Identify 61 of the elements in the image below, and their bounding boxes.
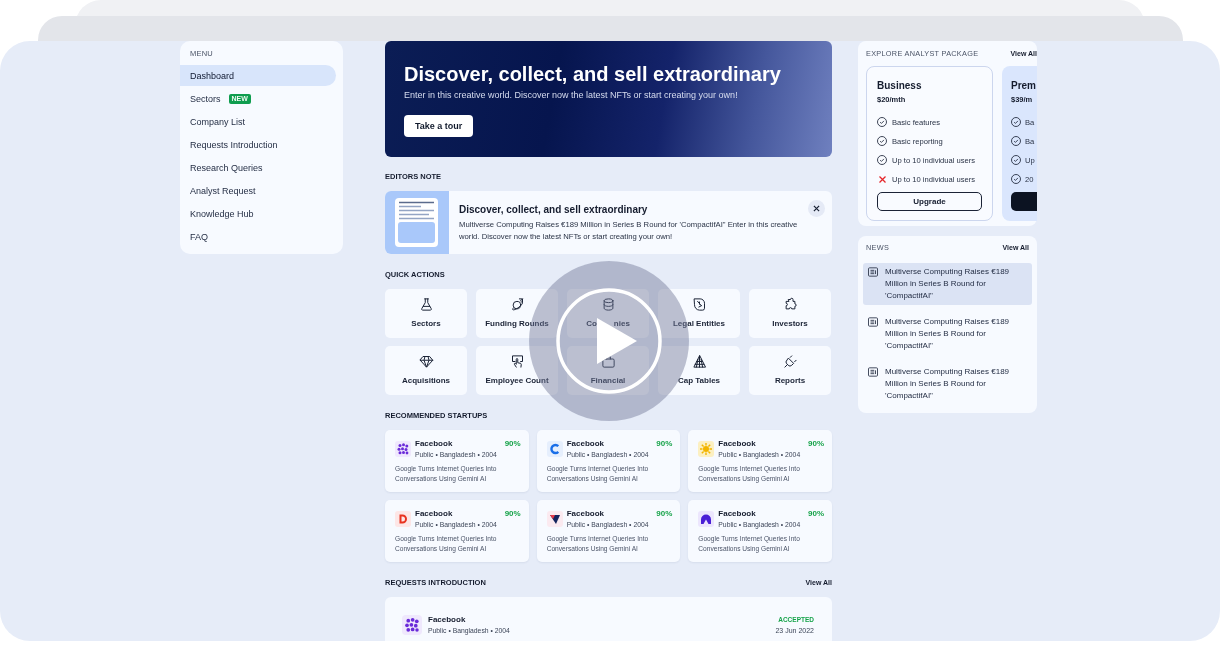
upgrade-button[interactable]: Upgrade (877, 192, 982, 211)
company-name: Facebook (566, 509, 605, 519)
quick-action-button[interactable]: Legal Entities (658, 289, 740, 338)
sidebar-item[interactable]: Requests Introduction (180, 134, 336, 155)
crescent-logo-icon (546, 441, 563, 457)
company-name: Facebook (566, 439, 605, 449)
newspaper-icon (868, 367, 878, 377)
plug-icon (782, 354, 798, 369)
close-button[interactable] (808, 200, 825, 217)
news-item[interactable]: Multiverse Computing Raises €189 Million in Series B Round for 'CompactifAI" (863, 313, 1032, 355)
match-score: 90% (656, 509, 673, 519)
planet-icon (509, 297, 525, 312)
note-title: Discover, collect, and sell extraordinary (459, 203, 649, 216)
dots-logo-icon (402, 615, 422, 635)
company-name: Facebook (415, 439, 454, 449)
match-score: 90% (808, 509, 824, 519)
sidebar-item[interactable]: Knowledge Hub (180, 203, 336, 224)
quick-action-button[interactable]: Reports (749, 346, 831, 395)
puzzle-icon (782, 297, 798, 312)
sun-logo-icon (698, 441, 715, 457)
match-score: 90% (656, 439, 673, 449)
match-score: 90% (808, 439, 824, 449)
sidebar-item[interactable]: Dashboard (180, 65, 336, 86)
match-score: 90% (504, 509, 521, 519)
quick-action-button[interactable]: Acquisitions (385, 346, 467, 395)
plan-button[interactable] (1011, 192, 1037, 211)
hero-title: Discover, collect, and sell extraordinary (404, 62, 782, 86)
arch-logo-icon (698, 511, 715, 527)
hero-subtitle: Enter in this creative world. Discover now the latest NFTs or start creating your own! (404, 89, 739, 101)
sidebar-item[interactable]: Company List (180, 111, 336, 132)
half-circle-logo-icon (395, 511, 411, 527)
leaf-icon (691, 297, 707, 312)
news-item[interactable]: Multiverse Computing Raises €189 Million in Series B Round for 'CompactifAI" (863, 363, 1032, 405)
company-name: Facebook (718, 509, 757, 519)
match-score: 90% (504, 439, 521, 449)
quick-action-button[interactable]: Employee Count (476, 346, 558, 395)
newspaper-icon (868, 267, 878, 277)
plan-name: Business (877, 80, 923, 92)
quick-action-button[interactable]: Sectors (385, 289, 467, 338)
pyramid-icon (691, 354, 707, 369)
tour-button[interactable]: Take a tour (404, 115, 474, 137)
close-icon (813, 205, 820, 212)
dots-logo-icon (395, 441, 411, 457)
coins-icon (600, 297, 616, 312)
sidebar-item[interactable]: FAQ (180, 226, 336, 247)
sidebar-item[interactable]: Research Queries (180, 157, 336, 178)
quick-action-button[interactable]: Funding Rounds (476, 289, 558, 338)
news-item[interactable]: Multiverse Computing Raises €189 Million in Series B Round for 'CompactifAI" (863, 263, 1032, 305)
company-name: Facebook (718, 439, 757, 449)
quick-action-button[interactable]: Cap Tables (658, 346, 740, 395)
company-name: Facebook (415, 509, 454, 519)
triangle-logo-icon (546, 511, 563, 527)
newspaper-icon (868, 317, 878, 327)
plan-name: Prem (1011, 80, 1037, 92)
company-name: Facebook (428, 615, 467, 625)
diamond-icon (418, 354, 434, 369)
hand-icon (509, 354, 525, 369)
quick-action-button[interactable]: Investors (749, 289, 831, 338)
flask-icon (418, 297, 434, 312)
briefcase-icon (600, 354, 616, 369)
sidebar-item[interactable]: Analyst Request (180, 180, 336, 201)
